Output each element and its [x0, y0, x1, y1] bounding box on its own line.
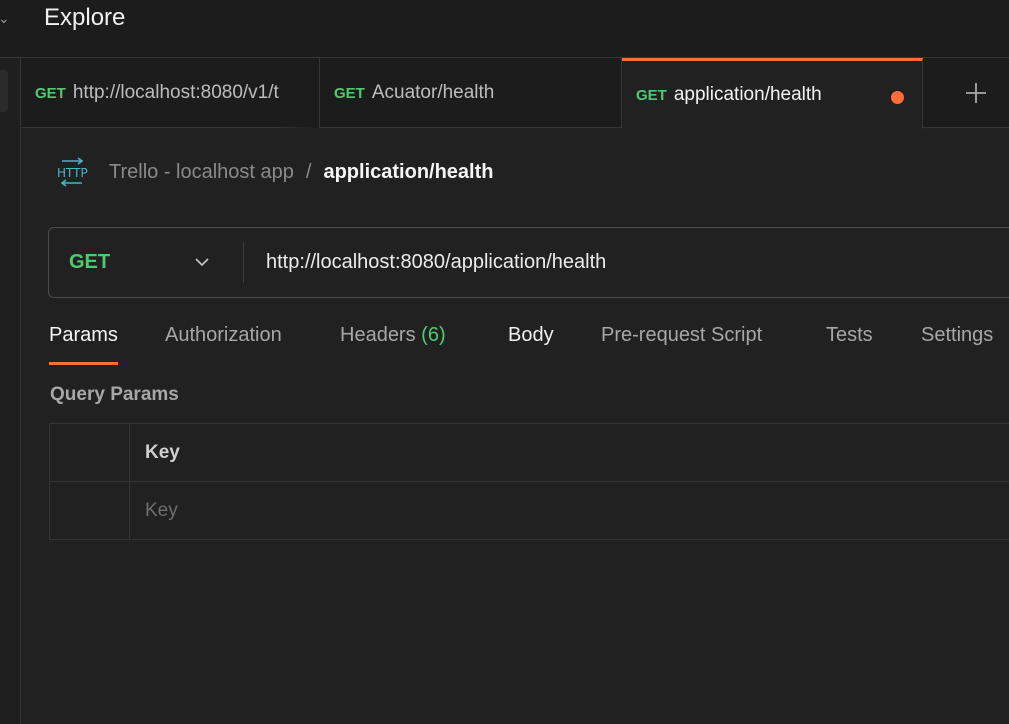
chevron-down-icon — [195, 258, 209, 267]
tab-name: Acuator/health — [371, 82, 495, 103]
column-header-key: Key — [145, 441, 180, 463]
tab-params[interactable]: Params — [49, 324, 118, 368]
tab-method: GET — [334, 84, 365, 102]
chevron-down-icon[interactable]: ⌄ — [0, 10, 10, 27]
sidebar-handle[interactable] — [0, 70, 8, 112]
new-tab-button[interactable] — [943, 58, 1009, 128]
breadcrumb-request[interactable]: application/health — [323, 161, 493, 184]
table-row — [50, 482, 1009, 540]
tab-name: http://localhost:8080/v1/t — [72, 82, 279, 103]
url-divider — [243, 242, 244, 283]
unsaved-dot-icon[interactable] — [891, 91, 904, 104]
workspace-title: Explore — [44, 4, 126, 31]
tab-method: GET — [636, 86, 667, 104]
row-checkbox-cell[interactable] — [50, 482, 130, 540]
tab-tests[interactable]: Tests — [826, 324, 873, 368]
top-bar: ⌄ Explore — [0, 0, 1009, 58]
tab-prerequest-script[interactable]: Pre-request Script — [601, 324, 762, 368]
tab-body[interactable]: Body — [508, 324, 554, 368]
url-bar: GET — [48, 227, 1009, 298]
tab-headers-label: Headers — [340, 324, 416, 346]
request-tab-active[interactable]: GET application/health — [622, 58, 923, 129]
plus-icon — [966, 83, 986, 103]
tab-method: GET — [35, 84, 66, 102]
breadcrumb-collection[interactable]: Trello - localhost app — [109, 161, 294, 184]
query-params-table: Key — [49, 423, 1009, 540]
http-icon: HTTP — [57, 157, 88, 187]
url-input[interactable] — [266, 228, 1006, 297]
method-select[interactable]: GET — [49, 228, 243, 297]
tab-headers[interactable]: Headers (6) — [340, 324, 446, 368]
table-header-row: Key — [50, 424, 1009, 482]
sidebar-collapsed — [0, 58, 21, 724]
request-tab[interactable]: GET http://localhost:8080/v1/t — [21, 58, 320, 128]
headers-count: (6) — [421, 324, 446, 346]
svg-text:HTTP: HTTP — [57, 166, 88, 180]
key-input[interactable] — [145, 492, 645, 530]
tab-name: application/health — [673, 84, 822, 105]
query-params-title: Query Params — [50, 384, 179, 405]
breadcrumb-separator: / — [305, 160, 312, 183]
request-tab[interactable]: GET Acuator/health — [320, 58, 622, 128]
request-tab-bar: GET http://localhost:8080/v1/t GET Acuat… — [21, 58, 1009, 129]
method-value: GET — [69, 251, 111, 273]
checkbox-column — [50, 424, 130, 481]
breadcrumb: HTTP Trello - localhost app / applicatio… — [56, 155, 494, 189]
tab-settings[interactable]: Settings — [921, 324, 993, 368]
tab-authorization[interactable]: Authorization — [165, 324, 282, 368]
